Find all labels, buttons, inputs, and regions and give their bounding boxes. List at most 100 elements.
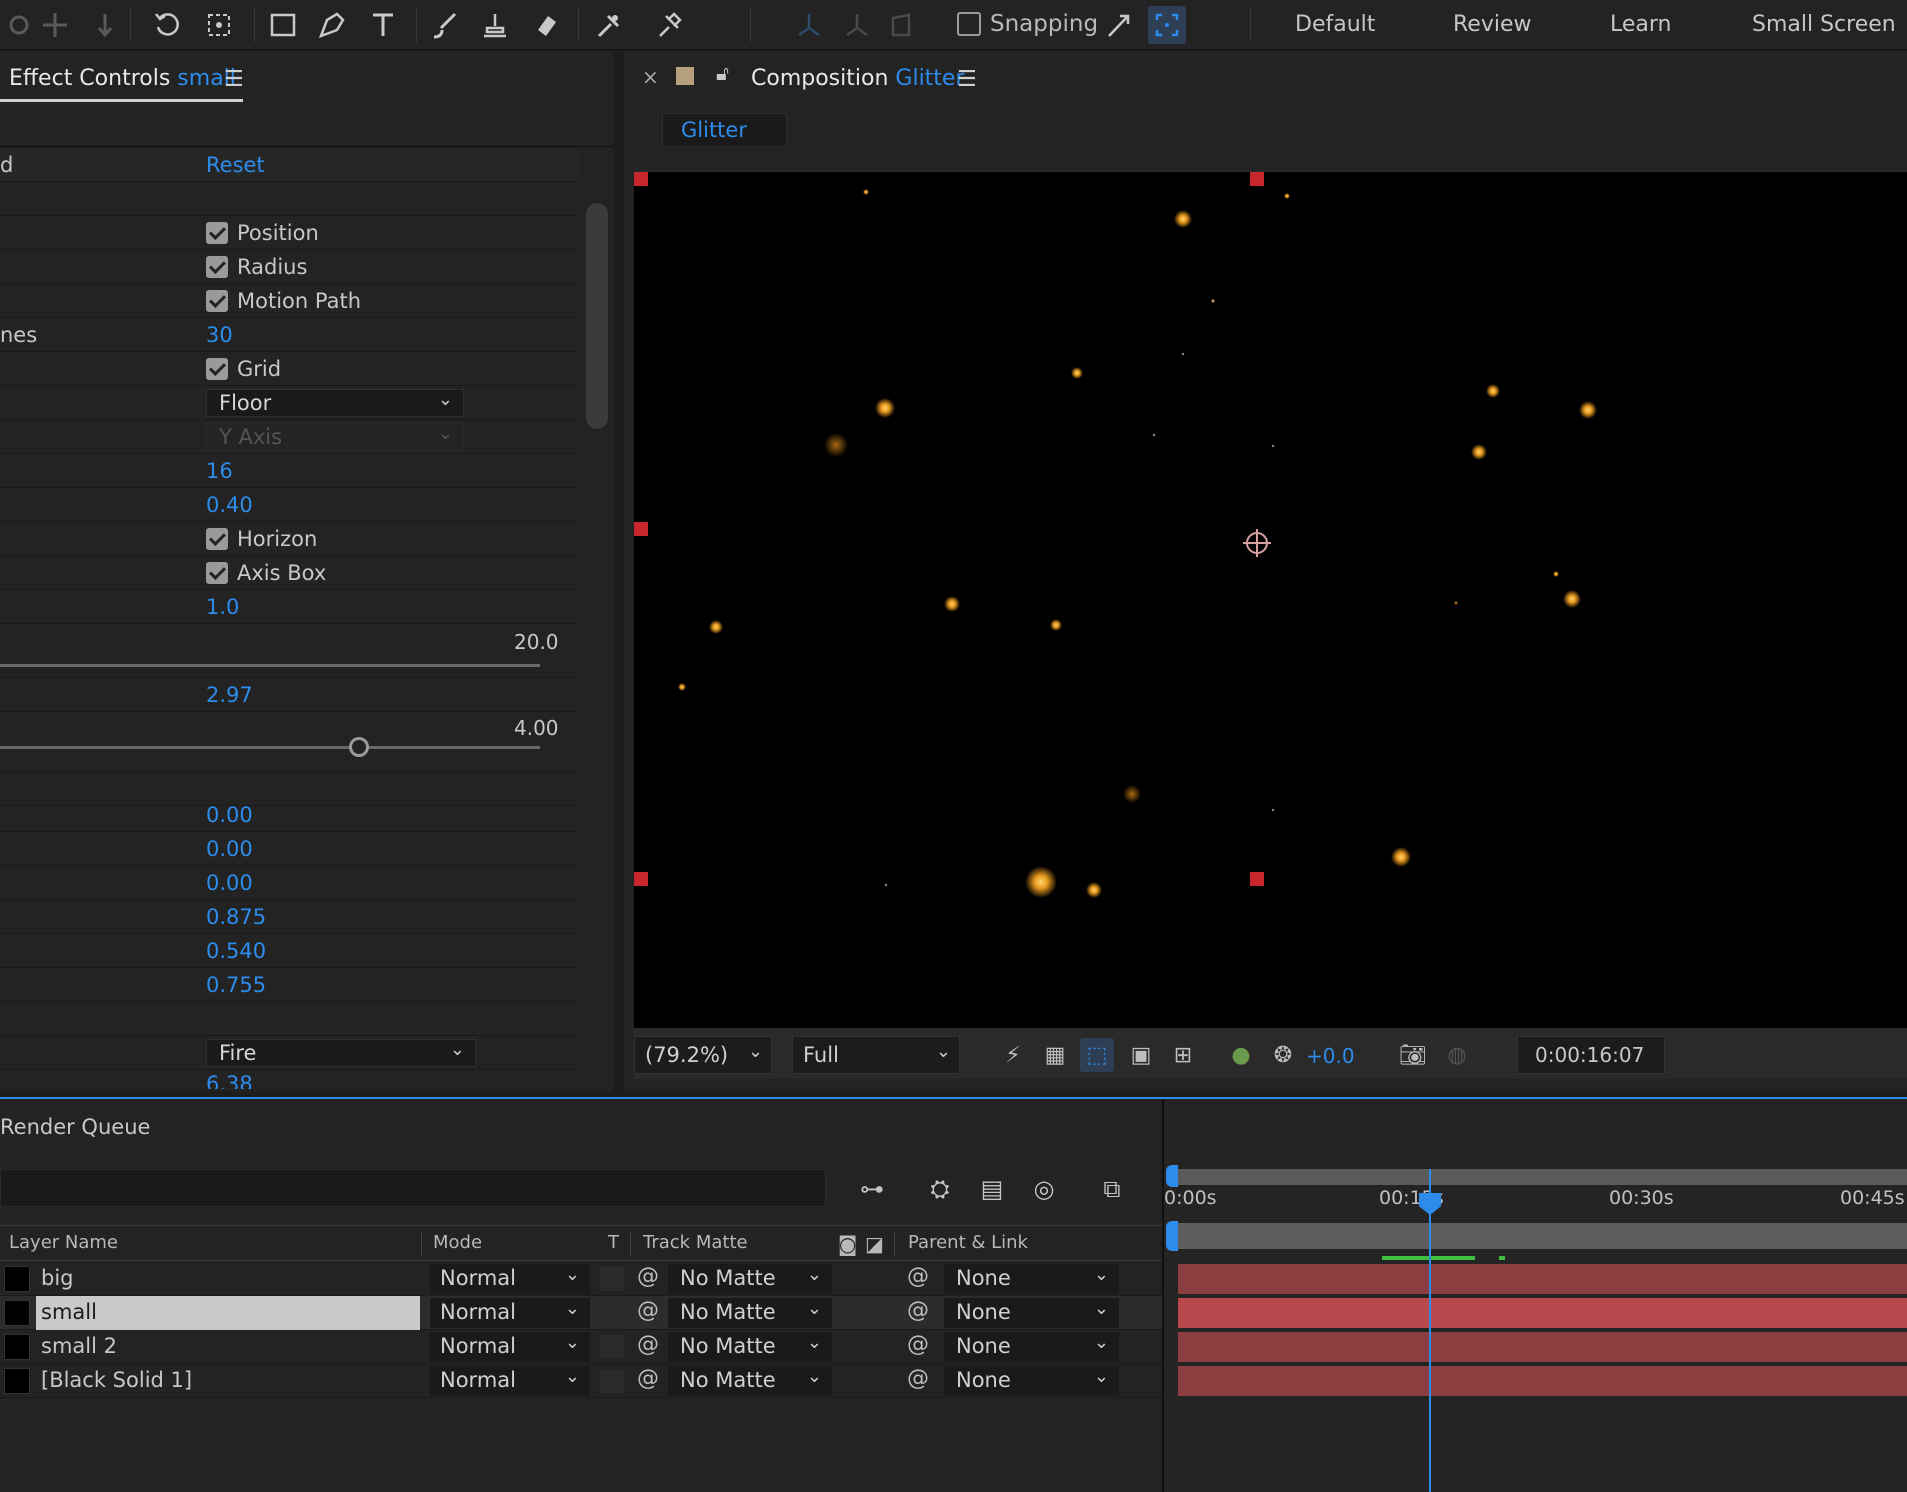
show-snapshot-icon[interactable]: ◍ (1440, 1038, 1474, 1072)
type-tool-icon[interactable] (364, 6, 402, 44)
preserve-transparency-toggle[interactable] (600, 1301, 624, 1325)
pan-behind-tool-icon[interactable] (36, 6, 74, 44)
camera-orbit-icon[interactable] (200, 6, 238, 44)
comp-subtab[interactable]: Glitter (662, 113, 787, 147)
preserve-transparency-toggle[interactable] (600, 1335, 624, 1359)
track-matte-dropdown[interactable]: No Matte ⌄ (668, 1332, 832, 1362)
motion-blur-icon[interactable]: ◎ (1024, 1171, 1064, 1207)
puppet-pin-icon[interactable] (650, 6, 688, 44)
navigator-start-handle[interactable] (1166, 1165, 1178, 1187)
mask-visibility-icon[interactable]: ⬚ (1080, 1038, 1114, 1072)
value-297[interactable]: 2.97 (206, 683, 253, 707)
layer-name[interactable]: [Black Solid 1] (36, 1364, 420, 1398)
work-area-start-handle[interactable] (1166, 1221, 1178, 1251)
axis-box-checkbox[interactable] (206, 562, 228, 584)
value-000[interactable]: 0.00 (206, 837, 253, 861)
bounding-handle[interactable] (634, 172, 648, 186)
value-000[interactable]: 0.00 (206, 803, 253, 827)
grid-checkbox[interactable] (206, 358, 228, 380)
track-matte-dropdown[interactable]: No Matte ⌄ (668, 1366, 832, 1396)
matte-pickwhip-icon[interactable]: @ (637, 1264, 659, 1289)
roto-brush-icon[interactable] (590, 6, 628, 44)
frame-blending-icon[interactable]: ▤ (972, 1171, 1012, 1207)
parent-dropdown[interactable]: None ⌄ (944, 1264, 1119, 1294)
pen-tool-icon[interactable] (313, 6, 351, 44)
invert-matte-icon[interactable]: ◪ (865, 1232, 884, 1256)
preserve-transparency-toggle[interactable] (600, 1267, 624, 1291)
layer-search-input[interactable] (0, 1169, 826, 1207)
effect-controls-tab[interactable]: Effect Controls small ☰ (0, 51, 613, 147)
comp-flowchart-icon[interactable]: ⊶ (852, 1171, 892, 1207)
col-mode[interactable]: Mode (433, 1232, 482, 1253)
workspace-review[interactable]: Review (1453, 12, 1532, 37)
mode-dropdown[interactable]: Normal ⌄ (430, 1264, 590, 1294)
layer-row[interactable]: big Normal ⌄ @ No Matte ⌄ @ None ⌄ (0, 1262, 1162, 1296)
draft-3d-icon[interactable]: ⛭ (920, 1171, 960, 1207)
slider-track[interactable] (0, 746, 540, 749)
current-time-display[interactable]: 0:00:16:07 (1517, 1036, 1665, 1074)
fast-preview-icon[interactable]: ⚡︎ (996, 1038, 1030, 1072)
alpha-matte-icon[interactable]: ◙ (838, 1232, 857, 1256)
workspace-default[interactable]: Default (1295, 12, 1375, 37)
value-040[interactable]: 0.40 (206, 493, 253, 517)
preserve-transparency-toggle[interactable] (600, 1369, 624, 1393)
bounding-handle[interactable] (1250, 172, 1264, 186)
exposure-value[interactable]: +0.0 (1306, 1044, 1355, 1068)
bounding-handle[interactable] (634, 522, 648, 536)
current-time-indicator[interactable] (1429, 1169, 1431, 1492)
scrollbar-thumb[interactable] (586, 203, 608, 429)
value-000[interactable]: 0.00 (206, 871, 253, 895)
col-t[interactable]: T (608, 1232, 619, 1253)
layer-bar[interactable] (1178, 1332, 1907, 1362)
value-0755[interactable]: 0.755 (206, 973, 266, 997)
parent-pickwhip-icon[interactable]: @ (907, 1332, 929, 1357)
render-queue-tab[interactable]: Render Queue (0, 1115, 150, 1139)
brush-icon[interactable] (426, 6, 464, 44)
slider-knob[interactable] (349, 737, 369, 757)
workspace-learn[interactable]: Learn (1610, 12, 1672, 37)
mode-dropdown[interactable]: Normal ⌄ (430, 1298, 590, 1328)
snapshot-icon[interactable]: 📷︎ (1396, 1038, 1430, 1072)
value-0540[interactable]: 0.540 (206, 939, 266, 963)
track-matte-dropdown[interactable]: No Matte ⌄ (668, 1264, 832, 1294)
parent-pickwhip-icon[interactable]: @ (907, 1366, 929, 1391)
parent-pickwhip-icon[interactable]: @ (907, 1298, 929, 1323)
eraser-icon[interactable] (528, 6, 566, 44)
parent-dropdown[interactable]: None ⌄ (944, 1298, 1119, 1328)
value-10[interactable]: 1.0 (206, 595, 239, 619)
layer-row[interactable]: small Normal ⌄ @ No Matte ⌄ @ None ⌄ (0, 1296, 1162, 1330)
parent-dropdown[interactable]: None ⌄ (944, 1332, 1119, 1362)
parent-pickwhip-icon[interactable]: @ (907, 1264, 929, 1289)
workspace-small-screen[interactable]: Small Screen (1752, 12, 1896, 37)
graph-editor-icon[interactable]: ⧉ (1092, 1171, 1132, 1207)
layer-bar[interactable] (1178, 1366, 1907, 1396)
lock-icon[interactable]: 🔓︎ (716, 61, 729, 85)
work-area-bar[interactable] (1174, 1223, 1907, 1249)
horizon-checkbox[interactable] (206, 528, 228, 550)
resolution-dropdown[interactable]: Full ⌄ (792, 1036, 960, 1074)
motion-path-checkbox[interactable] (206, 290, 228, 312)
dolly-tool-icon[interactable] (86, 6, 124, 44)
parent-dropdown[interactable]: None ⌄ (944, 1366, 1119, 1396)
reset-link[interactable]: Reset (206, 153, 265, 177)
matte-pickwhip-icon[interactable]: @ (637, 1332, 659, 1357)
panel-menu-icon[interactable]: ☰ (957, 67, 977, 92)
layer-name[interactable]: small (36, 1296, 420, 1330)
grid-guides-icon[interactable]: ⊞ (1166, 1038, 1200, 1072)
track-matte-dropdown[interactable]: No Matte ⌄ (668, 1298, 832, 1328)
radius-checkbox[interactable] (206, 256, 228, 278)
layer-name[interactable]: small 2 (36, 1330, 420, 1364)
region-of-interest-icon[interactable]: ▣ (1124, 1038, 1158, 1072)
layer-bar[interactable] (1178, 1298, 1907, 1328)
mode-dropdown[interactable]: Normal ⌄ (430, 1332, 590, 1362)
snap-edge-icon[interactable] (1100, 6, 1138, 44)
hand-tool-icon[interactable] (0, 6, 38, 44)
transparency-grid-icon[interactable]: ▦ (1038, 1038, 1072, 1072)
time-navigator[interactable] (1174, 1169, 1907, 1185)
world-axis-icon[interactable] (838, 6, 876, 44)
color-management-icon[interactable]: ❂ (1266, 1038, 1300, 1072)
local-axis-icon[interactable] (790, 6, 828, 44)
panel-menu-icon[interactable]: ☰ (224, 67, 244, 92)
value-0875[interactable]: 0.875 (206, 905, 266, 929)
effect-controls-scrollbar[interactable] (582, 151, 612, 1091)
